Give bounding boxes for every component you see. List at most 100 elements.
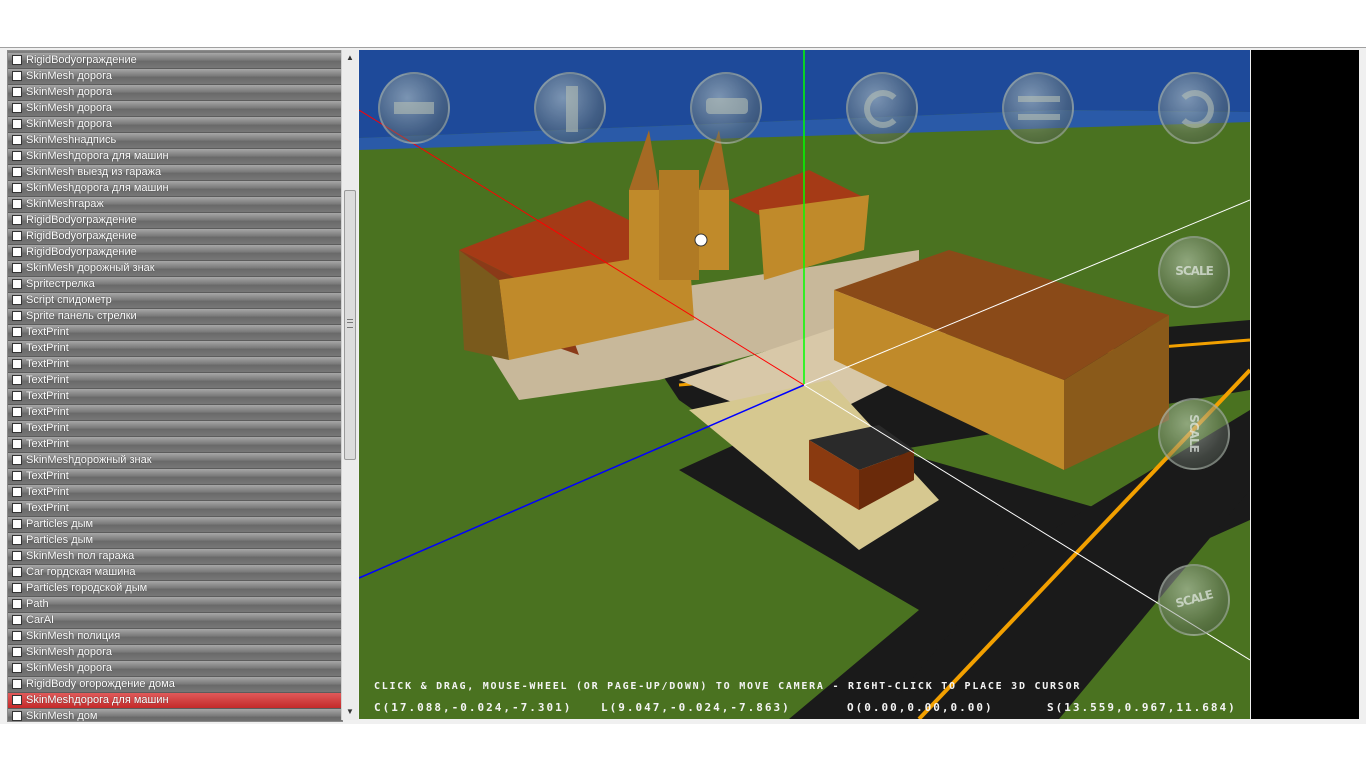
list-item[interactable]: TextPrint (8, 357, 342, 373)
item-checkbox[interactable] (12, 231, 22, 241)
item-checkbox[interactable] (12, 519, 22, 529)
item-checkbox[interactable] (12, 295, 22, 305)
item-checkbox[interactable] (12, 679, 22, 689)
list-item[interactable]: SkinMesh дорога (8, 101, 342, 117)
item-checkbox[interactable] (12, 327, 22, 337)
list-item[interactable]: TextPrint (8, 341, 342, 357)
list-item[interactable]: TextPrint (8, 485, 342, 501)
list-item[interactable]: TextPrint (8, 405, 342, 421)
item-checkbox[interactable] (12, 183, 22, 193)
item-checkbox[interactable] (12, 343, 22, 353)
pan-horizontal-button[interactable] (378, 72, 450, 144)
scale-button-2[interactable]: SCALE (1158, 398, 1230, 470)
item-checkbox[interactable] (12, 151, 22, 161)
list-item[interactable]: TextPrint (8, 501, 342, 517)
item-checkbox[interactable] (12, 215, 22, 225)
list-item[interactable]: SkinMeshгараж (8, 197, 342, 213)
list-item[interactable]: TextPrint (8, 469, 342, 485)
roll-button[interactable] (1158, 72, 1230, 144)
item-checkbox[interactable] (12, 135, 22, 145)
item-checkbox[interactable] (12, 647, 22, 657)
list-item[interactable]: TextPrint (8, 325, 342, 341)
item-checkbox[interactable] (12, 535, 22, 545)
item-checkbox[interactable] (12, 87, 22, 97)
item-checkbox[interactable] (12, 711, 22, 721)
list-item[interactable]: SkinMeshдорога для машин (8, 149, 342, 165)
item-checkbox[interactable] (12, 359, 22, 369)
item-checkbox[interactable] (12, 439, 22, 449)
list-item[interactable]: TextPrint (8, 389, 342, 405)
list-item[interactable]: SkinMeshдорога для машин (8, 693, 342, 709)
item-checkbox[interactable] (12, 71, 22, 81)
item-checkbox[interactable] (12, 119, 22, 129)
list-item[interactable]: SkinMesh пол гаража (8, 549, 342, 565)
scale-button-3[interactable]: SCALE (1158, 564, 1230, 636)
list-item[interactable]: RigidBodyограждение (8, 53, 342, 69)
item-checkbox[interactable] (12, 167, 22, 177)
item-checkbox[interactable] (12, 471, 22, 481)
item-checkbox[interactable] (12, 279, 22, 289)
list-item[interactable]: SkinMesh дорога (8, 645, 342, 661)
list-item[interactable]: Particles дым (8, 533, 342, 549)
item-label: TextPrint (26, 502, 69, 514)
item-checkbox[interactable] (12, 583, 22, 593)
item-checkbox[interactable] (12, 551, 22, 561)
list-item[interactable]: RigidBodyограждение (8, 245, 342, 261)
item-checkbox[interactable] (12, 663, 22, 673)
list-item[interactable]: SkinMeshнадпись (8, 133, 342, 149)
list-item[interactable]: Car гордская машина (8, 565, 342, 581)
item-checkbox[interactable] (12, 247, 22, 257)
tilt-button[interactable] (690, 72, 762, 144)
list-item[interactable]: RigidBody огорождение дома (8, 677, 342, 693)
item-checkbox[interactable] (12, 695, 22, 705)
list-item[interactable]: SkinMeshдорога для машин (8, 181, 342, 197)
list-item[interactable]: Path (8, 597, 342, 613)
list-item[interactable]: RigidBodyограждение (8, 229, 342, 245)
item-checkbox[interactable] (12, 599, 22, 609)
item-checkbox[interactable] (12, 567, 22, 577)
list-item[interactable]: RigidBodyограждение (8, 213, 342, 229)
list-item[interactable]: SkinMesh дом (8, 709, 342, 721)
swap-button[interactable] (1002, 72, 1074, 144)
item-checkbox[interactable] (12, 615, 22, 625)
item-checkbox[interactable] (12, 263, 22, 273)
item-checkbox[interactable] (12, 423, 22, 433)
3d-viewport[interactable]: SCALE SCALE SCALE CLICK & DRAG, MOUSE-WH… (359, 50, 1250, 719)
item-checkbox[interactable] (12, 55, 22, 65)
list-item[interactable]: SkinMesh дорога (8, 69, 342, 85)
pan-vertical-button[interactable] (534, 72, 606, 144)
item-checkbox[interactable] (12, 199, 22, 209)
list-item[interactable]: SkinMesh полиция (8, 629, 342, 645)
object-list-scrollbar[interactable]: ▲ ▼ (341, 50, 358, 720)
scale-button-1[interactable]: SCALE (1158, 236, 1230, 308)
scroll-up-arrow-icon[interactable]: ▲ (342, 50, 358, 66)
list-item[interactable]: Particles дым (8, 517, 342, 533)
list-item[interactable]: SkinMesh дорожный знак (8, 261, 342, 277)
item-checkbox[interactable] (12, 391, 22, 401)
item-checkbox[interactable] (12, 311, 22, 321)
item-checkbox[interactable] (12, 631, 22, 641)
list-item[interactable]: TextPrint (8, 373, 342, 389)
object-list[interactable]: RigidBodyограждение SkinMesh дорога SkinMe… (7, 50, 343, 722)
list-item[interactable]: CarAI (8, 613, 342, 629)
item-checkbox[interactable] (12, 487, 22, 497)
list-item[interactable]: Spriteстрелка (8, 277, 342, 293)
list-item[interactable]: Particles городской дым (8, 581, 342, 597)
scrollbar-thumb[interactable] (344, 190, 356, 460)
list-item[interactable]: TextPrint (8, 437, 342, 453)
item-checkbox[interactable] (12, 407, 22, 417)
list-item[interactable]: SkinMesh дорога (8, 85, 342, 101)
item-checkbox[interactable] (12, 375, 22, 385)
list-item[interactable]: Sprite панель стрелки (8, 309, 342, 325)
rotate-button[interactable] (846, 72, 918, 144)
list-item[interactable]: SkinMesh выезд из гаража (8, 165, 342, 181)
item-checkbox[interactable] (12, 455, 22, 465)
list-item[interactable]: SkinMesh дорога (8, 117, 342, 133)
list-item[interactable]: SkinMesh дорога (8, 661, 342, 677)
item-checkbox[interactable] (12, 103, 22, 113)
scroll-down-arrow-icon[interactable]: ▼ (342, 704, 358, 720)
list-item[interactable]: TextPrint (8, 421, 342, 437)
list-item[interactable]: Script спидометр (8, 293, 342, 309)
list-item[interactable]: SkinMeshдорожный знак (8, 453, 342, 469)
item-checkbox[interactable] (12, 503, 22, 513)
